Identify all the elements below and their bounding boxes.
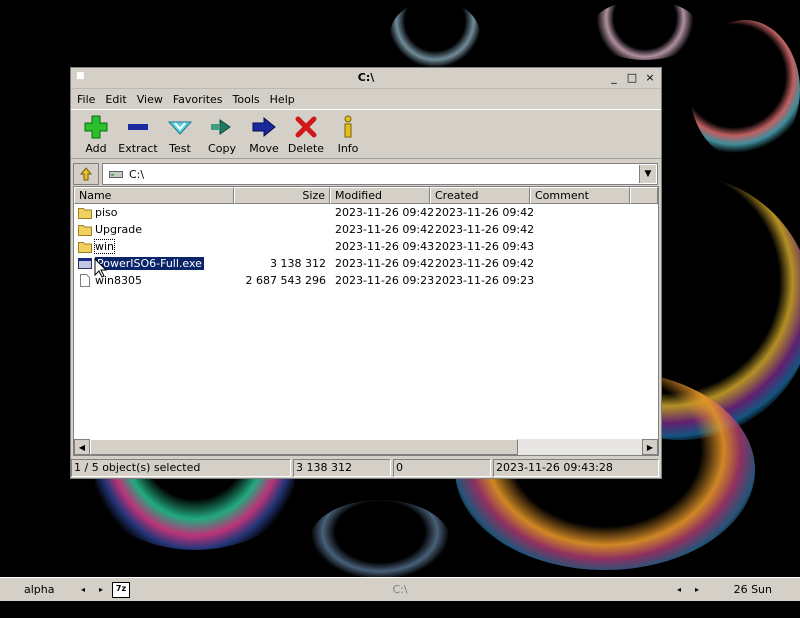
taskbar: alpha ◂ ▸ 7z C:\ ◂ ▸ 26 Sun 9:46 xyxy=(0,577,800,615)
move-icon xyxy=(252,116,276,138)
test-label: Test xyxy=(169,142,191,155)
file-name: piso xyxy=(95,206,118,219)
column-header-comment[interactable]: Comment xyxy=(530,187,630,204)
task-prev-button[interactable]: ◂ xyxy=(670,580,688,599)
wallpaper-bubble xyxy=(390,0,480,70)
toolbar: Add Extract Test Copy Move Delete Info xyxy=(71,109,661,159)
close-button[interactable]: × xyxy=(643,71,657,84)
column-header-filler xyxy=(630,187,658,204)
address-bar: C:\ ▼ xyxy=(71,161,661,187)
file-modified: 2023-11-26 09:42 xyxy=(335,223,435,236)
column-header-created[interactable]: Created xyxy=(430,187,530,204)
column-header-name[interactable]: Name xyxy=(74,187,234,204)
file-modified: 2023-11-26 09:23 xyxy=(335,274,435,287)
copy-button[interactable]: Copy xyxy=(201,110,243,158)
add-label: Add xyxy=(85,142,107,155)
file-modified: 2023-11-26 09:43 xyxy=(335,240,435,253)
test-icon xyxy=(167,121,193,135)
file-created: 2023-11-26 09:42 xyxy=(435,257,535,270)
info-button[interactable]: Info xyxy=(327,110,369,158)
extract-button[interactable]: Extract xyxy=(117,110,159,158)
wallpaper-bubble xyxy=(590,0,700,60)
menu-bar: File Edit View Favorites Tools Help xyxy=(71,89,661,109)
folder-icon xyxy=(78,242,92,253)
status-bar: 1 / 5 object(s) selected 3 138 312 0 202… xyxy=(71,458,661,478)
window-title: C:\ xyxy=(357,71,375,84)
status-datetime: 2023-11-26 09:43:28 xyxy=(493,459,659,477)
wallpaper-bubble xyxy=(310,500,450,580)
minimize-button[interactable]: _ xyxy=(607,71,621,84)
status-selection: 1 / 5 object(s) selected xyxy=(71,459,291,477)
address-path: C:\ xyxy=(129,167,145,181)
maximize-button[interactable]: □ xyxy=(625,71,639,84)
info-label: Info xyxy=(337,142,359,155)
delete-label: Delete xyxy=(287,142,325,155)
scroll-left-button[interactable]: ◀ xyxy=(74,439,90,455)
column-headers: Name Size Modified Created Comment xyxy=(74,187,658,204)
menu-file[interactable]: File xyxy=(73,93,99,106)
wallpaper-bubble xyxy=(690,20,800,160)
file-row[interactable]: Upgrade 2023-11-26 09:42 2023-11-26 09:4… xyxy=(74,221,658,238)
status-size: 3 138 312 xyxy=(293,459,391,477)
scroll-thumb[interactable] xyxy=(90,439,518,455)
executable-icon xyxy=(78,258,92,269)
info-icon xyxy=(344,115,352,138)
mouse-cursor-icon xyxy=(94,258,108,278)
address-dropdown-button[interactable]: ▼ xyxy=(639,165,656,183)
file-modified: 2023-11-26 09:42 xyxy=(335,206,435,219)
extract-icon xyxy=(128,124,148,130)
file-size: 2 687 543 296 xyxy=(245,274,326,287)
file-row[interactable]: win 2023-11-26 09:43 2023-11-26 09:43 xyxy=(74,238,658,255)
file-created: 2023-11-26 09:43 xyxy=(435,240,535,253)
taskbar-app-icon[interactable]: 7z xyxy=(112,581,130,598)
menu-favorites[interactable]: Favorites xyxy=(169,93,227,106)
move-label: Move xyxy=(249,142,279,155)
file-row[interactable]: win8305 2 687 543 296 2023-11-26 09:23 2… xyxy=(74,272,658,289)
menu-view[interactable]: View xyxy=(133,93,167,106)
file-list: Name Size Modified Created Comment piso … xyxy=(73,186,659,456)
add-button[interactable]: Add xyxy=(75,110,117,158)
menu-help[interactable]: Help xyxy=(266,93,299,106)
delete-icon xyxy=(295,116,317,138)
folder-icon xyxy=(78,208,92,219)
task-next-button[interactable]: ▸ xyxy=(688,580,706,599)
file-created: 2023-11-26 09:23 xyxy=(435,274,535,287)
delete-button[interactable]: Delete xyxy=(285,110,327,158)
move-button[interactable]: Move xyxy=(243,110,285,158)
column-header-modified[interactable]: Modified xyxy=(330,187,430,204)
file-modified: 2023-11-26 09:42 xyxy=(335,257,435,270)
file-created: 2023-11-26 09:42 xyxy=(435,206,535,219)
test-button[interactable]: Test xyxy=(159,110,201,158)
extract-label: Extract xyxy=(118,142,158,155)
clock: 26 Sun 9:46 xyxy=(733,583,772,615)
file-manager-window: ■ C:\ _ □ × File Edit View Favorites Too… xyxy=(70,67,662,479)
folder-up-icon xyxy=(79,167,93,181)
taskbar-task[interactable]: C:\ xyxy=(130,580,670,599)
column-header-size[interactable]: Size xyxy=(234,187,330,204)
file-name: win xyxy=(93,239,116,254)
horizontal-scrollbar[interactable]: ◀ ▶ xyxy=(74,439,658,455)
copy-icon xyxy=(211,119,231,135)
menu-edit[interactable]: Edit xyxy=(101,93,130,106)
status-packed: 0 xyxy=(393,459,491,477)
file-size: 3 138 312 xyxy=(270,257,326,270)
file-row-selected[interactable]: PowerISO6-Full.exe 3 138 312 2023-11-26 … xyxy=(74,255,658,272)
file-name: Upgrade xyxy=(95,223,143,236)
folder-icon xyxy=(78,225,92,236)
desktop-name[interactable]: alpha xyxy=(0,580,74,599)
file-icon xyxy=(80,274,90,287)
menu-tools[interactable]: Tools xyxy=(229,93,264,106)
drive-icon xyxy=(109,171,123,178)
file-row[interactable]: piso 2023-11-26 09:42 2023-11-26 09:42 xyxy=(74,204,658,221)
title-bar[interactable]: ■ C:\ _ □ × xyxy=(71,68,661,89)
address-input[interactable]: C:\ ▼ xyxy=(102,163,658,185)
file-name: PowerISO6-Full.exe xyxy=(95,257,204,270)
copy-label: Copy xyxy=(208,142,236,155)
desktop-prev-button[interactable]: ◂ xyxy=(74,580,92,599)
folder-up-button[interactable] xyxy=(73,163,99,185)
desktop-next-button[interactable]: ▸ xyxy=(92,580,110,599)
add-icon xyxy=(84,115,108,139)
file-created: 2023-11-26 09:42 xyxy=(435,223,535,236)
scroll-right-button[interactable]: ▶ xyxy=(642,439,658,455)
